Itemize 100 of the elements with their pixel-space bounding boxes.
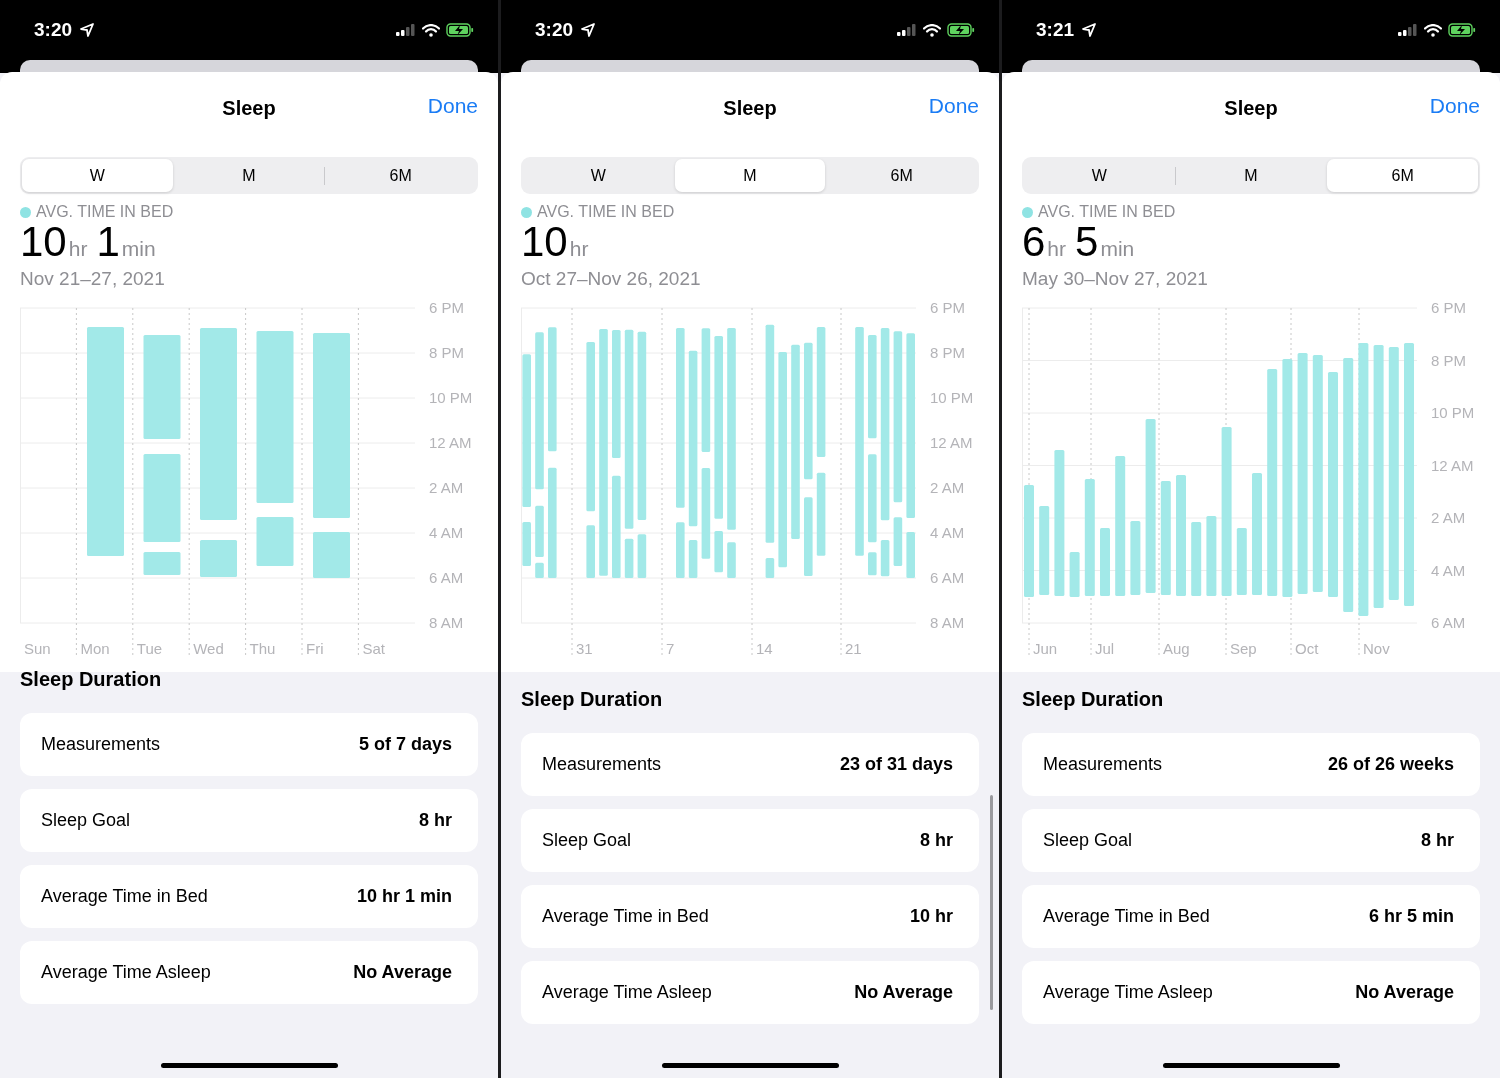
axis-label: 10 PM bbox=[1431, 404, 1475, 421]
sheet-title: Sleep bbox=[222, 96, 276, 120]
legend-dot bbox=[20, 206, 31, 218]
average-number: 6 bbox=[1022, 220, 1046, 264]
row-label: Measurements bbox=[1043, 754, 1163, 775]
range-tab[interactable]: 6M bbox=[826, 159, 977, 192]
row-value: 23 of 31 days bbox=[839, 754, 953, 775]
axis-label: 6 AM bbox=[1431, 614, 1466, 631]
signal-icon bbox=[897, 24, 917, 36]
average-unit: hr bbox=[68, 237, 88, 261]
axis-label: 12 AM bbox=[1431, 456, 1474, 474]
wifi-icon bbox=[422, 23, 440, 37]
axis-label: Mon bbox=[80, 640, 110, 657]
axis-label: 6 PM bbox=[429, 299, 464, 316]
row-label: Average Time Asleep bbox=[41, 962, 211, 983]
section-title: Sleep Duration bbox=[521, 687, 664, 711]
axis-label: 2 AM bbox=[429, 479, 464, 496]
axis-label: Wed bbox=[193, 640, 224, 657]
axis-label: 2 AM bbox=[930, 479, 965, 496]
axis-label: 8 AM bbox=[930, 614, 965, 631]
average-unit: hr bbox=[1047, 237, 1067, 261]
range-tab[interactable]: W bbox=[22, 159, 173, 192]
range-tab[interactable]: W bbox=[1024, 159, 1175, 192]
row-value: No Average bbox=[353, 962, 452, 983]
signal-icon bbox=[1398, 24, 1418, 36]
axis-label: 8 PM bbox=[429, 344, 464, 361]
axis-label: 6 AM bbox=[930, 569, 965, 586]
row-value: 10 hr 1 min bbox=[356, 886, 452, 907]
average-unit: min bbox=[121, 237, 156, 261]
axis-label: Aug bbox=[1163, 640, 1190, 657]
axis-label: 10 PM bbox=[930, 389, 974, 406]
date-range: May 30–Nov 27, 2021 bbox=[1022, 268, 1209, 290]
row-value: 10 hr bbox=[909, 906, 953, 927]
average-number: 5 bbox=[1075, 220, 1099, 264]
range-tab[interactable]: M bbox=[674, 159, 826, 192]
axis-label: 8 AM bbox=[429, 614, 464, 631]
average-number: 10 bbox=[20, 220, 67, 264]
average-unit: min bbox=[1100, 237, 1135, 261]
section-title: Sleep Duration bbox=[1022, 687, 1165, 711]
row-label: Sleep Goal bbox=[542, 830, 632, 851]
row-label: Sleep Goal bbox=[1043, 830, 1133, 851]
metric-label: AVG. TIME IN BED bbox=[1038, 203, 1176, 221]
axis-label: 4 AM bbox=[429, 524, 464, 541]
row-label: Measurements bbox=[41, 734, 161, 755]
battery-charging-icon bbox=[947, 23, 975, 37]
axis-label: 14 bbox=[756, 640, 773, 657]
status-time: 3:20 bbox=[34, 19, 73, 41]
location-arrow-icon bbox=[1082, 23, 1097, 37]
axis-label: 12 AM bbox=[930, 434, 973, 451]
row-value: No Average bbox=[854, 982, 953, 1003]
row-label: Average Time Asleep bbox=[1043, 982, 1213, 1003]
row-value: 6 hr 5 min bbox=[1368, 906, 1454, 927]
axis-label: 2 AM bbox=[1431, 509, 1466, 526]
done-button[interactable]: Done bbox=[928, 94, 979, 118]
range-tab[interactable]: 6M bbox=[325, 159, 476, 192]
axis-label: Sep bbox=[1230, 640, 1257, 657]
axis-label: 8 PM bbox=[930, 344, 965, 361]
metric-label: AVG. TIME IN BED bbox=[36, 203, 174, 221]
legend-dot bbox=[1022, 206, 1033, 218]
range-tab[interactable]: M bbox=[173, 159, 325, 192]
range-tab[interactable]: 6M bbox=[1327, 159, 1478, 192]
average-unit: hr bbox=[569, 237, 589, 261]
range-tab[interactable]: W bbox=[523, 159, 674, 192]
section-title: Sleep Duration bbox=[20, 667, 163, 691]
status-time: 3:21 bbox=[1036, 19, 1075, 41]
signal-icon bbox=[396, 24, 416, 36]
done-button[interactable]: Done bbox=[427, 94, 478, 118]
wifi-icon bbox=[923, 23, 941, 37]
done-button[interactable]: Done bbox=[1429, 94, 1480, 118]
legend-dot bbox=[521, 206, 532, 218]
average-number: 10 bbox=[521, 220, 568, 264]
row-value: 8 hr bbox=[920, 830, 953, 851]
location-arrow-icon bbox=[581, 23, 596, 37]
range-tab[interactable]: M bbox=[1175, 159, 1327, 192]
wifi-icon bbox=[1424, 23, 1442, 37]
axis-label: 10 PM bbox=[429, 389, 473, 406]
sheet-title: Sleep bbox=[723, 96, 777, 120]
axis-label: 6 AM bbox=[429, 569, 464, 586]
axis-label: Jul bbox=[1095, 640, 1115, 657]
row-label: Average Time in Bed bbox=[542, 906, 709, 927]
metric-label: AVG. TIME IN BED bbox=[537, 203, 675, 221]
sheet-title: Sleep bbox=[1224, 96, 1278, 120]
battery-charging-icon bbox=[446, 23, 474, 37]
axis-label: 31 bbox=[576, 640, 593, 657]
axis-label: Sat bbox=[362, 640, 385, 657]
status-time: 3:20 bbox=[535, 19, 574, 41]
axis-label: Oct bbox=[1295, 640, 1319, 657]
axis-label: Tue bbox=[136, 640, 163, 657]
row-label: Sleep Goal bbox=[41, 810, 131, 831]
axis-label: 8 PM bbox=[1431, 351, 1466, 369]
row-value: 8 hr bbox=[419, 810, 452, 831]
row-value: 26 of 26 weeks bbox=[1327, 754, 1454, 775]
row-label: Average Time in Bed bbox=[41, 886, 208, 907]
axis-label: Thu bbox=[249, 640, 276, 657]
axis-label: 6 PM bbox=[930, 299, 965, 316]
axis-label: 4 AM bbox=[930, 524, 965, 541]
average-number: 1 bbox=[96, 220, 120, 264]
row-label: Average Time in Bed bbox=[1043, 906, 1210, 927]
row-value: 5 of 7 days bbox=[358, 734, 452, 755]
battery-charging-icon bbox=[1448, 23, 1476, 37]
